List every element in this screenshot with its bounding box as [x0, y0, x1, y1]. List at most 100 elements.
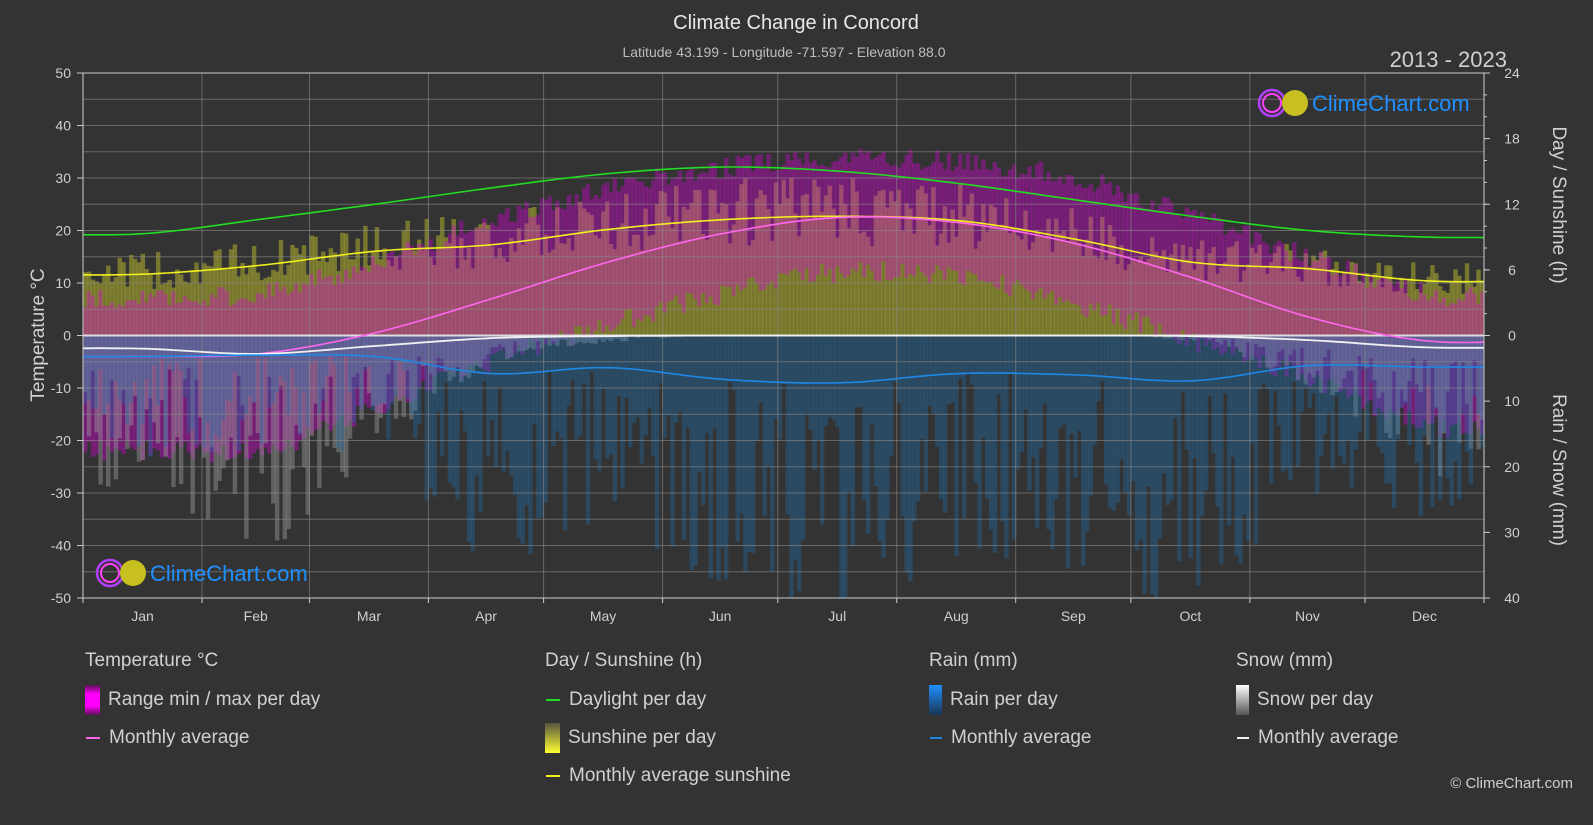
temp-range-bar [800, 164, 806, 280]
temp-range-bar [869, 159, 875, 272]
temp-range-bar [912, 163, 917, 277]
temp-range-bar [896, 167, 902, 278]
left-tick-label: 40 [55, 118, 71, 134]
rain-bar [443, 335, 449, 383]
temp-range-bar [808, 163, 813, 283]
legend-snow: Snow (mm) Snow per day Monthly average [1236, 650, 1398, 764]
rain-bar [800, 335, 806, 540]
rain-bar [163, 335, 169, 447]
temp-range-bar [846, 162, 852, 276]
rain-bar [1050, 335, 1055, 550]
temp-range-bar [1211, 213, 1216, 350]
rain-bar [758, 335, 763, 403]
rain-bar [1104, 335, 1109, 485]
temp-range-bar [1150, 201, 1155, 325]
temp-range-bar [1119, 192, 1124, 324]
rain-bar [578, 335, 583, 437]
rain-bar [1157, 335, 1163, 538]
temp-range-bar [823, 166, 829, 276]
rain-bar [1311, 335, 1316, 394]
rain-bar [1418, 335, 1424, 516]
rain-bar [363, 335, 368, 371]
rain-bar [328, 335, 334, 355]
temp-range-bar [628, 177, 633, 309]
rain-bar [988, 335, 994, 530]
temp-range-bar [961, 169, 967, 286]
rain-bar [1426, 335, 1431, 386]
rain-bar [731, 335, 737, 391]
brand-logo-bottom[interactable]: ClimeChart.com [95, 558, 308, 588]
rain-bar [1414, 335, 1420, 463]
rain-bar [1226, 335, 1232, 526]
rain-bar [555, 335, 560, 432]
temp-range-bar [662, 172, 668, 313]
rain-bar [1238, 335, 1243, 564]
temp-range-bar [1226, 230, 1232, 343]
temp-range-bar [532, 216, 537, 343]
temp-range-bar [720, 178, 725, 286]
rain-bar [297, 335, 303, 435]
rain-bar [919, 335, 925, 439]
snow-swatch-icon [1236, 685, 1249, 715]
rain-bar [309, 335, 314, 364]
rain-bar [720, 335, 725, 548]
rain-bar [1142, 335, 1147, 595]
rain-bar [317, 335, 322, 414]
rain-bar [1434, 335, 1439, 409]
rain-bar [647, 335, 652, 409]
rain-bar [1472, 335, 1477, 396]
temp-range-bar [578, 201, 583, 327]
rain-bar [336, 335, 341, 448]
temp-range-bar [620, 186, 625, 320]
rain-bar [132, 335, 138, 382]
rain-bar [547, 335, 552, 372]
rain-bar [708, 335, 714, 579]
rain-bar [416, 335, 422, 424]
temp-range-bar [1004, 175, 1009, 293]
rain-bar [109, 335, 115, 439]
legend-label: Sunshine per day [568, 727, 716, 748]
rain-bar [386, 335, 391, 440]
rain-bar [1338, 335, 1343, 456]
rain-bar [228, 335, 234, 402]
rain-bar [724, 335, 729, 580]
rain-bar [1395, 335, 1401, 440]
rain-bar [1349, 335, 1355, 488]
logo-sun-icon [120, 560, 146, 586]
brand-logo-top[interactable]: ClimeChart.com [1257, 88, 1470, 118]
rain-bar [654, 335, 660, 550]
temp-range-bar [685, 170, 691, 293]
temp-range-bar [1038, 161, 1044, 288]
rain-bar [1027, 335, 1032, 491]
rain-bar [854, 335, 859, 408]
temp-range-bar [1153, 209, 1159, 336]
temp-range-bar [624, 177, 629, 311]
temp-range-bar [670, 179, 675, 301]
temp-range-bar [566, 194, 572, 335]
rain-bar [1015, 335, 1021, 470]
rain-bar [1077, 335, 1082, 431]
period-label: 2013 - 2023 [1390, 47, 1507, 72]
rain-bar [1146, 335, 1151, 487]
legend-item-temp-range: Range min / max per day [85, 685, 320, 715]
right-bottom-tick-label: 40 [1504, 590, 1520, 606]
rain-bar [985, 335, 990, 499]
rain-bar [1161, 335, 1167, 474]
rain-bar [781, 335, 787, 385]
temp-range-bar [716, 178, 721, 306]
rain-bar [877, 335, 882, 542]
brand-name-bottom: ClimeChart.com [150, 561, 308, 586]
rain-bar [958, 335, 963, 379]
rain-bar [558, 335, 564, 439]
rain-bar [1165, 335, 1170, 506]
rain-bar [401, 335, 407, 371]
temp-range-bar [904, 155, 909, 278]
rain-bar [439, 335, 445, 457]
temp-range-bar [743, 155, 748, 288]
rain-bar [1180, 335, 1186, 392]
brand-name-top: ClimeChart.com [1312, 91, 1470, 116]
rain-bar [1341, 335, 1347, 464]
rain-bar [509, 335, 514, 476]
legend-rain-title: Rain (mm) [929, 650, 1018, 671]
left-tick-label: -50 [51, 590, 71, 606]
